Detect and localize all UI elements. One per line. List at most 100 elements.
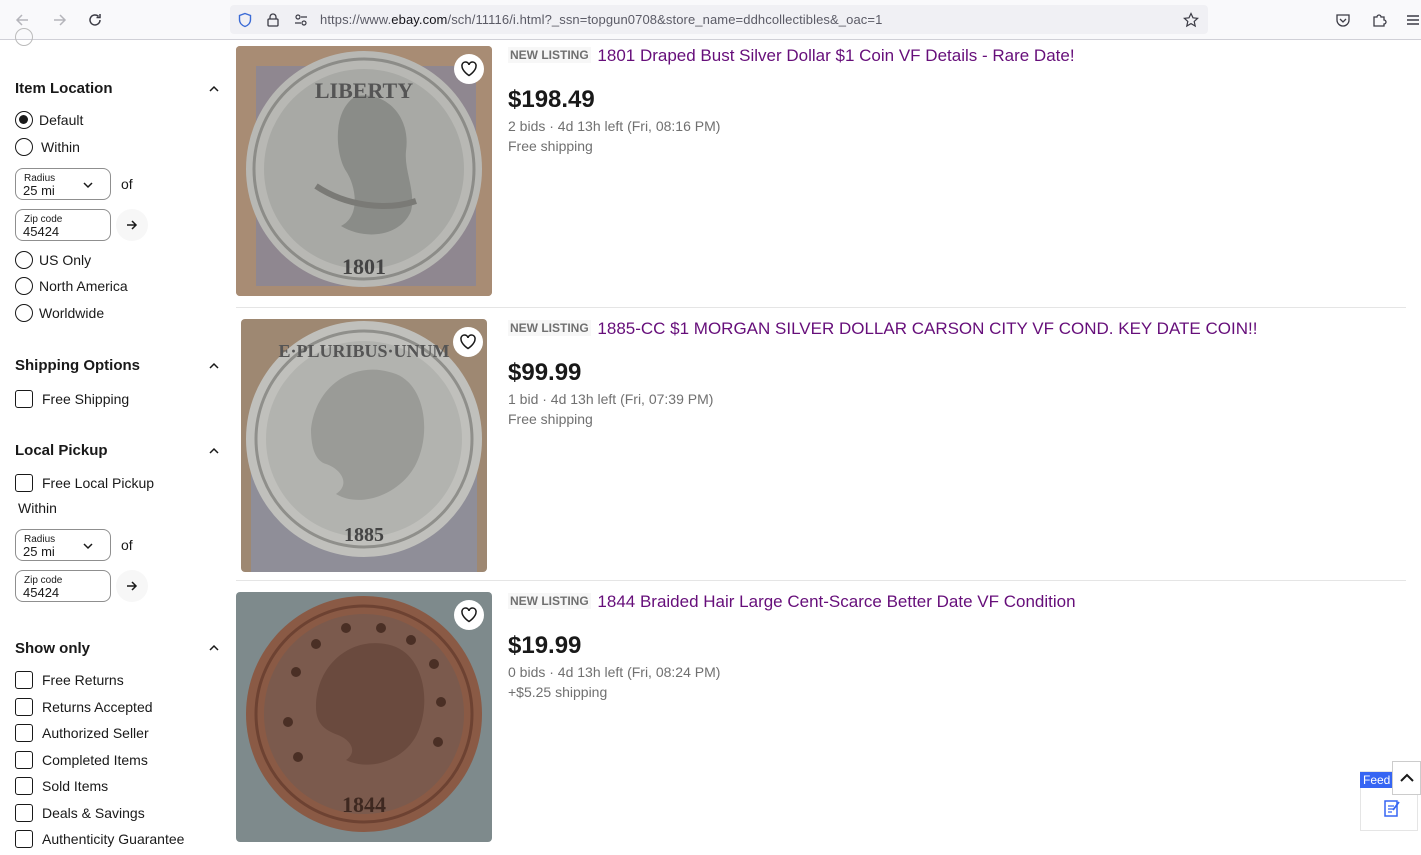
- show-only-checkbox[interactable]: [15, 671, 33, 689]
- chevron-down-icon: [83, 543, 93, 550]
- show-only-deals-savings[interactable]: Deals & Savings: [42, 805, 145, 821]
- item-location-heading[interactable]: Item Location: [15, 80, 113, 97]
- of-label: of: [121, 176, 133, 192]
- pocket-button[interactable]: [1332, 9, 1354, 31]
- arrow-right-icon: [127, 581, 138, 591]
- listing-bids-time: 1 bid · 4d 13h left (Fri, 07:39 PM): [508, 391, 714, 407]
- show-only-free-returns[interactable]: Free Returns: [42, 672, 124, 688]
- morgan-dollar-coin-image: E·PLURIBUS·UNUM 1885: [241, 319, 487, 572]
- back-to-top-button[interactable]: [1392, 761, 1421, 795]
- reload-button[interactable]: [83, 8, 107, 32]
- location-zip-go-button[interactable]: [116, 209, 148, 241]
- hamburger-icon: [1407, 15, 1419, 25]
- watch-button[interactable]: [454, 600, 484, 630]
- location-us-only-radio[interactable]: [15, 251, 33, 269]
- location-within-label[interactable]: Within: [41, 139, 80, 155]
- url-prefix: https://www.: [320, 12, 392, 27]
- zip-value: 45424: [23, 224, 60, 239]
- bookmark-star-icon[interactable]: [1182, 11, 1200, 29]
- listing-divider: [236, 307, 1406, 308]
- heart-icon: [461, 607, 477, 623]
- location-zip-field[interactable]: Zip code 45424: [15, 209, 111, 241]
- watch-button[interactable]: [454, 54, 484, 84]
- free-shipping-checkbox[interactable]: [15, 390, 33, 408]
- listing-item: E·PLURIBUS·UNUM 1885 NEW LISTING 1885-CC…: [236, 319, 1406, 572]
- feedback-label[interactable]: Feed: [1360, 772, 1394, 788]
- new-listing-badge: NEW LISTING: [508, 47, 591, 63]
- show-only-checkbox[interactable]: [15, 724, 33, 742]
- free-shipping-label[interactable]: Free Shipping: [42, 391, 129, 407]
- silver-dollar-coin-image: LIBERTY 1801: [236, 46, 492, 296]
- new-listing-badge: NEW LISTING: [508, 593, 591, 609]
- heart-icon: [460, 334, 476, 350]
- show-only-checkbox[interactable]: [15, 777, 33, 795]
- shipping-options-heading[interactable]: Shipping Options: [15, 357, 140, 374]
- show-only-heading[interactable]: Show only: [15, 640, 90, 657]
- chevron-up-icon[interactable]: [208, 642, 220, 654]
- location-us-only-label[interactable]: US Only: [39, 252, 91, 268]
- free-local-pickup-checkbox[interactable]: [15, 474, 33, 492]
- local-pickup-heading[interactable]: Local Pickup: [15, 442, 108, 459]
- listing-bids-time: 2 bids · 4d 13h left (Fri, 08:16 PM): [508, 118, 721, 134]
- coin-legend: LIBERTY: [315, 78, 413, 103]
- permissions-icon[interactable]: [292, 11, 310, 29]
- listing-image[interactable]: LIBERTY 1801: [236, 46, 492, 296]
- listing-title[interactable]: 1801 Draped Bust Silver Dollar $1 Coin V…: [597, 46, 1074, 65]
- browser-toolbar: https://www.ebay.com/sch/11116/i.html?_s…: [0, 0, 1421, 40]
- location-default-label[interactable]: Default: [39, 112, 83, 128]
- listing-price: $198.49: [508, 86, 595, 113]
- chevron-up-icon[interactable]: [208, 445, 220, 457]
- show-only-returns-accepted[interactable]: Returns Accepted: [42, 699, 153, 715]
- lock-icon[interactable]: [264, 11, 282, 29]
- feedback-edit-icon[interactable]: [1383, 798, 1401, 818]
- listing-bids-time: 0 bids · 4d 13h left (Fri, 08:24 PM): [508, 664, 721, 680]
- listing-image[interactable]: E·PLURIBUS·UNUM 1885: [241, 319, 487, 572]
- listing-shipping: +$5.25 shipping: [508, 684, 608, 700]
- forward-button[interactable]: [48, 8, 72, 32]
- location-within-radio[interactable]: [15, 138, 33, 156]
- location-north-america-radio[interactable]: [15, 277, 33, 295]
- pickup-zip-go-button[interactable]: [116, 570, 148, 602]
- show-only-sold-items[interactable]: Sold Items: [42, 778, 108, 794]
- large-cent-coin-image: 1844: [236, 592, 492, 842]
- menu-button[interactable]: [1402, 9, 1421, 31]
- location-worldwide-radio[interactable]: [15, 304, 33, 322]
- url-host: ebay.com: [391, 12, 448, 27]
- listing-title[interactable]: 1885-CC $1 MORGAN SILVER DOLLAR CARSON C…: [597, 319, 1257, 338]
- location-radius-select[interactable]: Radius 25 mi: [15, 168, 111, 200]
- show-only-checkbox[interactable]: [15, 698, 33, 716]
- listing-shipping: Free shipping: [508, 411, 593, 427]
- show-only-completed-items[interactable]: Completed Items: [42, 752, 148, 768]
- pocket-icon: [1336, 14, 1350, 27]
- chevron-up-icon[interactable]: [208, 360, 220, 372]
- listing-title[interactable]: 1844 Braided Hair Large Cent-Scarce Bett…: [597, 592, 1075, 611]
- pickup-zip-field[interactable]: Zip code 45424: [15, 570, 111, 602]
- listing-price: $99.99: [508, 359, 582, 386]
- shield-icon[interactable]: [236, 11, 254, 29]
- of-label: of: [121, 537, 133, 553]
- location-default-radio[interactable]: [15, 111, 33, 129]
- location-worldwide-label[interactable]: Worldwide: [39, 305, 104, 321]
- listing-title-link[interactable]: NEW LISTING 1801 Draped Bust Silver Doll…: [508, 46, 1075, 66]
- location-north-america-label[interactable]: North America: [39, 278, 128, 294]
- listing-title-link[interactable]: NEW LISTING 1844 Braided Hair Large Cent…: [508, 592, 1076, 612]
- pickup-radius-select[interactable]: Radius 25 mi: [15, 529, 111, 561]
- pickup-within-label: Within: [18, 500, 57, 516]
- partial-radio[interactable]: [15, 28, 33, 46]
- show-only-checkbox[interactable]: [15, 751, 33, 769]
- chevron-up-icon[interactable]: [208, 83, 220, 95]
- watch-button[interactable]: [453, 327, 483, 357]
- url-text[interactable]: https://www.ebay.com/sch/11116/i.html?_s…: [320, 12, 882, 27]
- show-only-authorized-seller[interactable]: Authorized Seller: [42, 725, 149, 741]
- url-bar[interactable]: https://www.ebay.com/sch/11116/i.html?_s…: [230, 5, 1208, 34]
- show-only-checkbox[interactable]: [15, 804, 33, 822]
- extensions-button[interactable]: [1368, 9, 1390, 31]
- free-local-pickup-label[interactable]: Free Local Pickup: [42, 475, 154, 491]
- show-only-checkbox[interactable]: [15, 830, 33, 848]
- show-only-authenticity-guarantee[interactable]: Authenticity Guarantee: [42, 831, 184, 847]
- listing-image[interactable]: 1844: [236, 592, 492, 842]
- listing-divider: [236, 580, 1406, 581]
- new-listing-badge: NEW LISTING: [508, 320, 591, 336]
- listing-title-link[interactable]: NEW LISTING 1885-CC $1 MORGAN SILVER DOL…: [508, 319, 1257, 339]
- coin-year: 1844: [342, 792, 386, 817]
